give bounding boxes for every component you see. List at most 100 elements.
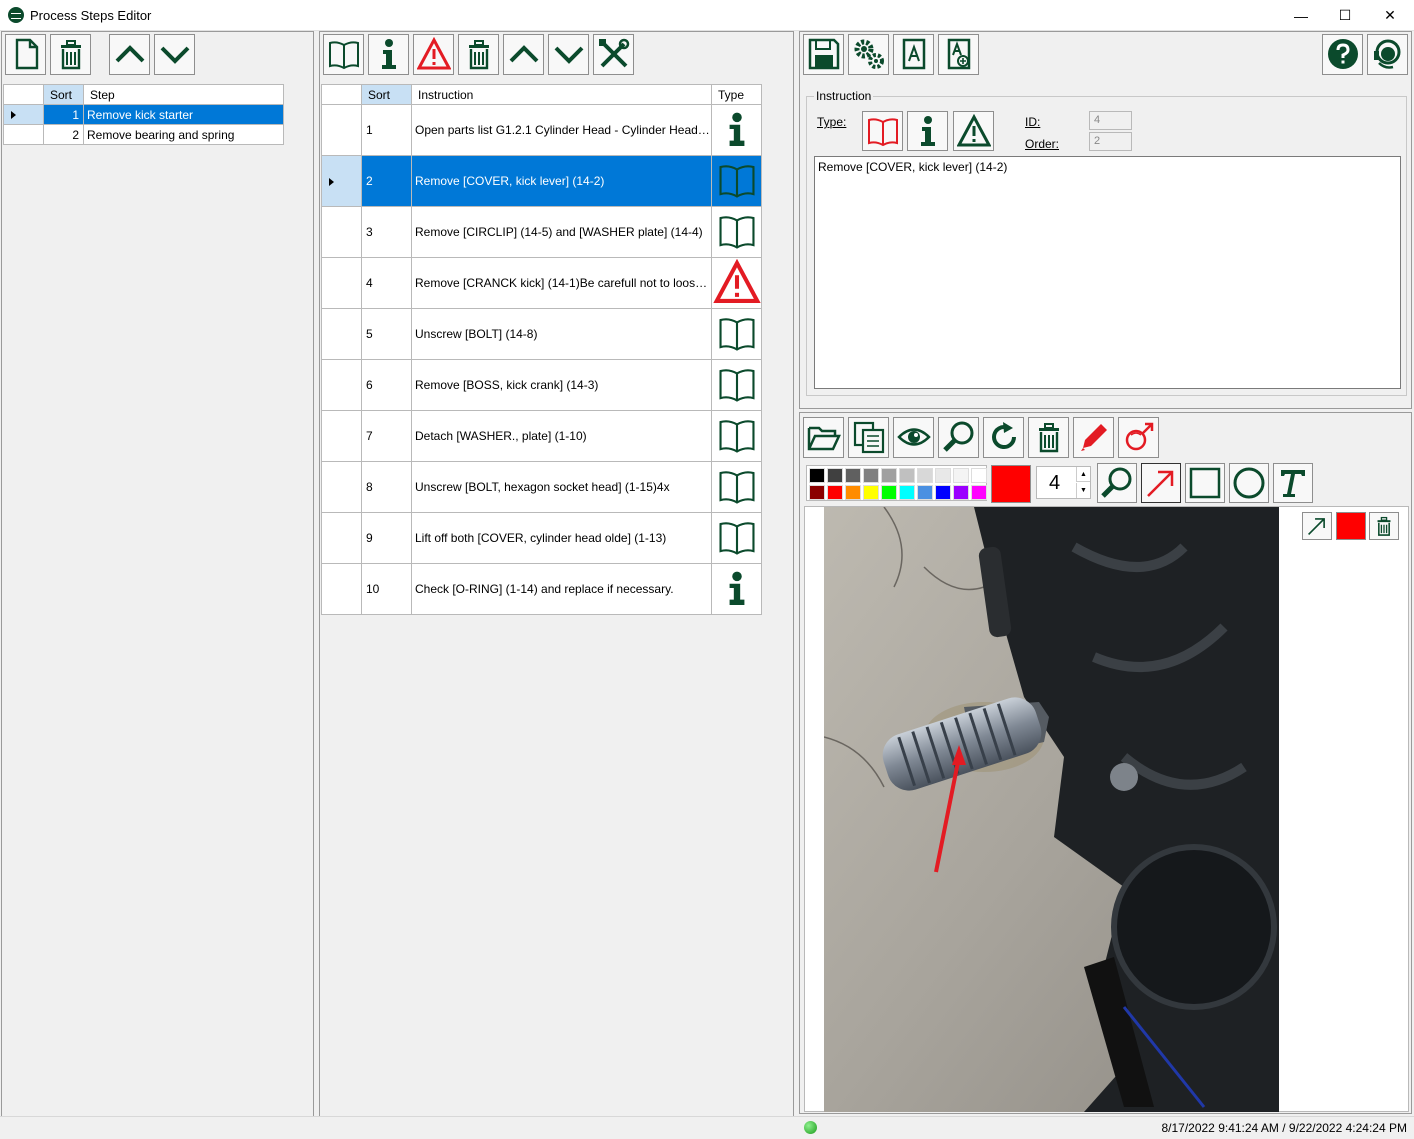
type-book-button[interactable] (862, 111, 903, 151)
table-row[interactable]: 8 Unscrew [BOLT, hexagon socket head] (1-… (321, 461, 762, 513)
delete-image-button[interactable] (1028, 416, 1069, 458)
draw-button[interactable] (1073, 416, 1114, 458)
color-swatch[interactable] (809, 468, 825, 483)
row-header[interactable] (321, 563, 362, 615)
color-swatch[interactable] (935, 468, 951, 483)
cell-sort[interactable]: 9 (361, 512, 412, 564)
cell-instruction[interactable]: Remove [COVER, kick lever] (14-2) (411, 155, 712, 207)
column-header-type[interactable]: Type (711, 84, 762, 105)
color-swatch[interactable] (971, 485, 987, 500)
rotate-image-button[interactable] (983, 416, 1024, 458)
cell-sort[interactable]: 1 (361, 104, 412, 156)
color-swatch[interactable] (935, 485, 951, 500)
color-swatch[interactable] (953, 485, 969, 500)
cell-sort[interactable]: 7 (361, 410, 412, 462)
cell-instruction[interactable]: Check [O-RING] (1-14) and replace if nec… (411, 563, 712, 615)
document-a-add-button[interactable] (938, 33, 979, 75)
image-canvas[interactable] (804, 506, 1409, 1112)
row-header[interactable] (321, 104, 362, 156)
row-header[interactable] (321, 512, 362, 564)
table-row[interactable]: 9 Lift off both [COVER, cylinder head old… (321, 512, 762, 564)
color-swatch[interactable] (971, 468, 987, 483)
delete-instruction-button[interactable] (458, 33, 499, 75)
table-row[interactable]: 2 Remove bearing and spring (3, 124, 284, 145)
zoom-image-button[interactable] (938, 416, 979, 458)
cell-sort[interactable]: 5 (361, 308, 412, 360)
rectangle-tool-button[interactable] (1185, 463, 1225, 503)
spin-up-button[interactable]: ▲ (1076, 467, 1090, 482)
view-image-button[interactable] (893, 416, 934, 458)
table-row[interactable]: 2 Remove [COVER, kick lever] (14-2) (321, 155, 762, 207)
annotation-delete-button[interactable] (1369, 512, 1399, 540)
color-swatch[interactable] (845, 485, 861, 500)
cell-sort[interactable]: 3 (361, 206, 412, 258)
tools-button[interactable] (593, 33, 634, 75)
instruction-move-up-button[interactable] (503, 33, 544, 75)
add-book-instruction-button[interactable] (323, 33, 364, 75)
color-swatch[interactable] (863, 468, 879, 483)
instruction-move-down-button[interactable] (548, 33, 589, 75)
add-info-instruction-button[interactable] (368, 33, 409, 75)
cell-type[interactable] (711, 308, 762, 360)
settings-button[interactable] (848, 33, 889, 75)
save-button[interactable] (803, 33, 844, 75)
row-header[interactable] (321, 359, 362, 411)
cell-instruction[interactable]: Lift off both [COVER, cylinder head olde… (411, 512, 712, 564)
table-row[interactable]: 1 Open parts list G1.2.1 Cylinder Head - … (321, 104, 762, 156)
cell-type[interactable] (711, 206, 762, 258)
row-header[interactable] (321, 257, 362, 309)
color-swatch[interactable] (863, 485, 879, 500)
cell-type[interactable] (711, 512, 762, 564)
table-row[interactable]: 6 Remove [BOSS, kick crank] (14-3) (321, 359, 762, 411)
minimize-button[interactable]: — (1278, 0, 1324, 31)
new-step-button[interactable] (5, 33, 46, 75)
cell-sort[interactable]: 10 (361, 563, 412, 615)
color-swatch[interactable] (953, 468, 969, 483)
row-header[interactable] (321, 461, 362, 513)
arrow-tool-button[interactable] (1141, 463, 1181, 503)
current-color-swatch[interactable] (991, 465, 1031, 503)
delete-step-button[interactable] (50, 33, 91, 75)
cell-instruction[interactable]: Remove [CIRCLIP] (14-5) and [WASHER plat… (411, 206, 712, 258)
zoom-tool-button[interactable] (1097, 463, 1137, 503)
step-move-up-button[interactable] (109, 33, 150, 75)
cell-sort[interactable]: 6 (361, 359, 412, 411)
shape-mode-button[interactable] (1118, 416, 1159, 458)
column-header-sort[interactable]: Sort (43, 84, 84, 105)
order-field[interactable]: 2 (1089, 132, 1132, 151)
color-swatch[interactable] (845, 468, 861, 483)
color-swatch[interactable] (917, 485, 933, 500)
cell-type[interactable] (711, 104, 762, 156)
support-button[interactable] (1367, 33, 1408, 75)
cell-instruction[interactable]: Detach [WASHER., plate] (1-10) (411, 410, 712, 462)
type-info-button[interactable] (907, 111, 948, 151)
column-header-sort[interactable]: Sort (361, 84, 412, 105)
column-header-instruction[interactable]: Instruction (411, 84, 712, 105)
cell-type[interactable] (711, 359, 762, 411)
id-field[interactable]: 4 (1089, 111, 1132, 130)
annotation-color-button[interactable] (1336, 512, 1366, 540)
spin-down-button[interactable]: ▼ (1076, 483, 1090, 498)
cell-sort[interactable]: 2 (361, 155, 412, 207)
color-swatch[interactable] (899, 468, 915, 483)
cell-instruction[interactable]: Remove [BOSS, kick crank] (14-3) (411, 359, 712, 411)
copy-image-button[interactable] (848, 416, 889, 458)
color-swatch[interactable] (881, 468, 897, 483)
cell-type[interactable] (711, 563, 762, 615)
type-warning-button[interactable] (953, 111, 994, 151)
color-swatch[interactable] (881, 485, 897, 500)
instruction-text-area[interactable]: Remove [COVER, kick lever] (14-2) (814, 156, 1401, 389)
ellipse-tool-button[interactable] (1229, 463, 1269, 503)
color-swatch[interactable] (917, 468, 933, 483)
cell-instruction[interactable]: Open parts list G1.2.1 Cylinder Head - C… (411, 104, 712, 156)
cell-sort[interactable]: 2 (43, 124, 84, 145)
open-image-button[interactable] (803, 416, 844, 458)
column-header-step[interactable]: Step (83, 84, 284, 105)
color-swatch[interactable] (899, 485, 915, 500)
annotation-arrow-button[interactable] (1302, 512, 1332, 540)
cell-instruction[interactable]: Remove [CRANCK kick] (14-1)Be carefull n… (411, 257, 712, 309)
table-row[interactable]: 1 Remove kick starter (3, 104, 284, 125)
cell-instruction[interactable]: Unscrew [BOLT] (14-8) (411, 308, 712, 360)
table-row[interactable]: 10 Check [O-RING] (1-14) and replace if n… (321, 563, 762, 615)
row-header[interactable] (3, 104, 44, 125)
